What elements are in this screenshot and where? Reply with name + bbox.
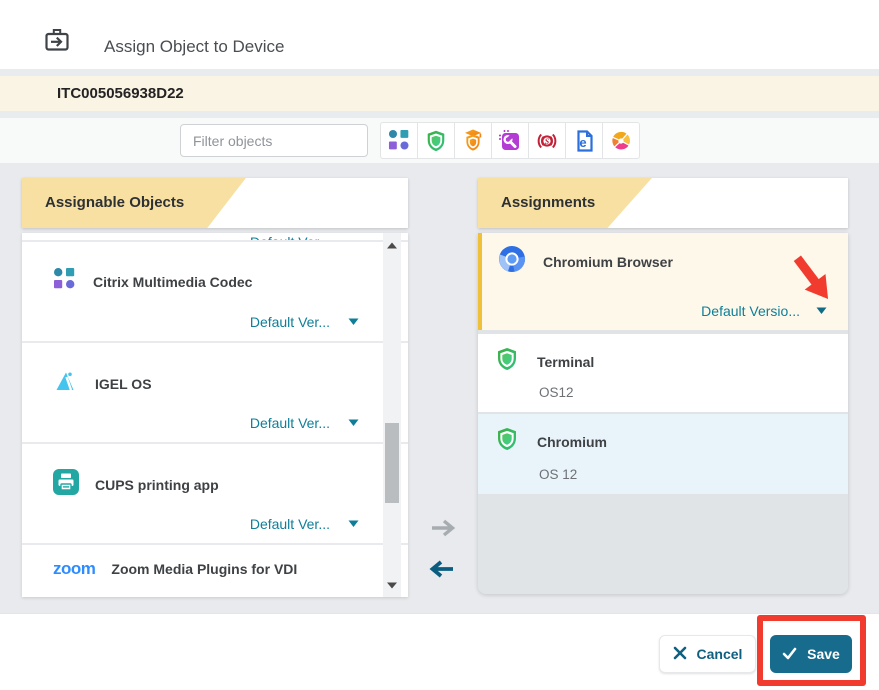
list-item-citrix-multimedia-codec[interactable]: Citrix Multimedia Codec Default Ver... bbox=[22, 242, 408, 341]
assignment-item-chromium[interactable]: Chromium OS 12 bbox=[478, 414, 848, 494]
cancel-button[interactable]: Cancel bbox=[659, 635, 756, 673]
assignments-list: Chromium Browser Default Versio... Te bbox=[478, 233, 848, 594]
apps-grid-icon[interactable] bbox=[380, 122, 418, 159]
filter-objects-input[interactable] bbox=[180, 124, 368, 157]
color-wheel-icon[interactable] bbox=[602, 122, 640, 159]
object-title: Citrix Multimedia Codec bbox=[93, 274, 252, 290]
chevron-down-icon[interactable] bbox=[815, 302, 828, 320]
scroll-down-icon[interactable] bbox=[383, 577, 401, 593]
version-select-clipped[interactable]: Default Ver... bbox=[250, 234, 330, 240]
graduate-shield-icon[interactable] bbox=[454, 122, 492, 159]
green-shield-icon bbox=[494, 426, 520, 457]
assignable-objects-header: Assignable Objects bbox=[22, 178, 408, 228]
object-title: IGEL OS bbox=[95, 376, 152, 392]
assignment-item-terminal[interactable]: Terminal OS12 bbox=[478, 334, 848, 412]
svg-text:e: e bbox=[579, 135, 586, 150]
version-select[interactable]: Default Ver... bbox=[250, 314, 330, 330]
version-select[interactable]: Default Versio... bbox=[701, 303, 800, 319]
list-item-zoom-media-plugins[interactable]: zoom Zoom Media Plugins for VDI bbox=[22, 545, 408, 597]
cancel-label: Cancel bbox=[697, 646, 743, 662]
dialog-title: Assign Object to Device bbox=[104, 37, 284, 57]
close-icon bbox=[673, 646, 687, 663]
assignment-title: Chromium Browser bbox=[543, 254, 673, 270]
chevron-down-icon[interactable] bbox=[347, 414, 360, 432]
right-panel-title: Assignments bbox=[501, 194, 595, 211]
zoom-wordmark: zoom bbox=[53, 559, 95, 579]
divider-band bbox=[0, 69, 879, 76]
main-area: Assignable Objects Default Ver... Citrix… bbox=[0, 163, 879, 613]
save-button[interactable]: Save bbox=[770, 635, 852, 673]
object-title: CUPS printing app bbox=[95, 477, 219, 493]
chip-wrench-icon[interactable] bbox=[491, 122, 529, 159]
session-ring-icon[interactable]: S bbox=[528, 122, 566, 159]
list-item-partial[interactable]: Default Ver... bbox=[22, 233, 408, 240]
checkmark-icon bbox=[782, 646, 797, 663]
unassign-arrow-left-icon[interactable] bbox=[428, 559, 456, 584]
object-title: Zoom Media Plugins for VDI bbox=[111, 561, 297, 577]
chevron-down-icon[interactable] bbox=[347, 515, 360, 533]
version-select[interactable]: Default Ver... bbox=[250, 415, 330, 431]
assignment-os-label: OS 12 bbox=[539, 467, 577, 482]
assignment-os-label: OS12 bbox=[539, 385, 574, 400]
filter-toolbar: S e bbox=[0, 118, 879, 163]
device-id: ITC005056938D22 bbox=[57, 85, 184, 102]
object-type-toolbar: S e bbox=[380, 122, 640, 159]
chromium-icon bbox=[498, 245, 526, 278]
assignments-header: Assignments bbox=[478, 178, 848, 228]
scrollbar-thumb[interactable] bbox=[385, 423, 399, 503]
list-item-igel-os[interactable]: IGEL OS Default Ver... bbox=[22, 343, 408, 442]
svg-text:S: S bbox=[545, 136, 550, 145]
assign-arrow-right-icon[interactable] bbox=[429, 518, 457, 543]
apps-grid-icon bbox=[53, 267, 77, 296]
assignable-objects-list: Default Ver... Citrix Multimedia Codec D… bbox=[22, 233, 408, 597]
left-panel-title: Assignable Objects bbox=[45, 194, 184, 211]
list-item-cups-printing-app[interactable]: CUPS printing app Default Ver... bbox=[22, 444, 408, 543]
assignment-item-chromium-browser[interactable]: Chromium Browser Default Versio... bbox=[478, 233, 848, 330]
left-list-scrollbar[interactable] bbox=[383, 233, 401, 597]
assignment-title: Chromium bbox=[537, 434, 607, 450]
assignment-title: Terminal bbox=[537, 354, 594, 370]
assign-device-icon bbox=[42, 25, 72, 60]
document-e-icon[interactable]: e bbox=[565, 122, 603, 159]
green-shield-icon[interactable] bbox=[417, 122, 455, 159]
version-select[interactable]: Default Ver... bbox=[250, 516, 330, 532]
dialog-footer: Cancel Save bbox=[0, 613, 879, 690]
divider-band bbox=[0, 111, 879, 118]
save-label: Save bbox=[807, 646, 840, 662]
device-bar: ITC005056938D22 bbox=[0, 76, 879, 111]
chevron-down-icon[interactable] bbox=[347, 313, 360, 331]
dialog-header: Assign Object to Device bbox=[0, 0, 879, 69]
assignments-empty-area bbox=[478, 494, 848, 594]
printer-icon bbox=[53, 469, 79, 500]
scroll-up-icon[interactable] bbox=[383, 237, 401, 253]
green-shield-icon bbox=[494, 346, 520, 377]
igel-logo-icon bbox=[53, 368, 79, 399]
